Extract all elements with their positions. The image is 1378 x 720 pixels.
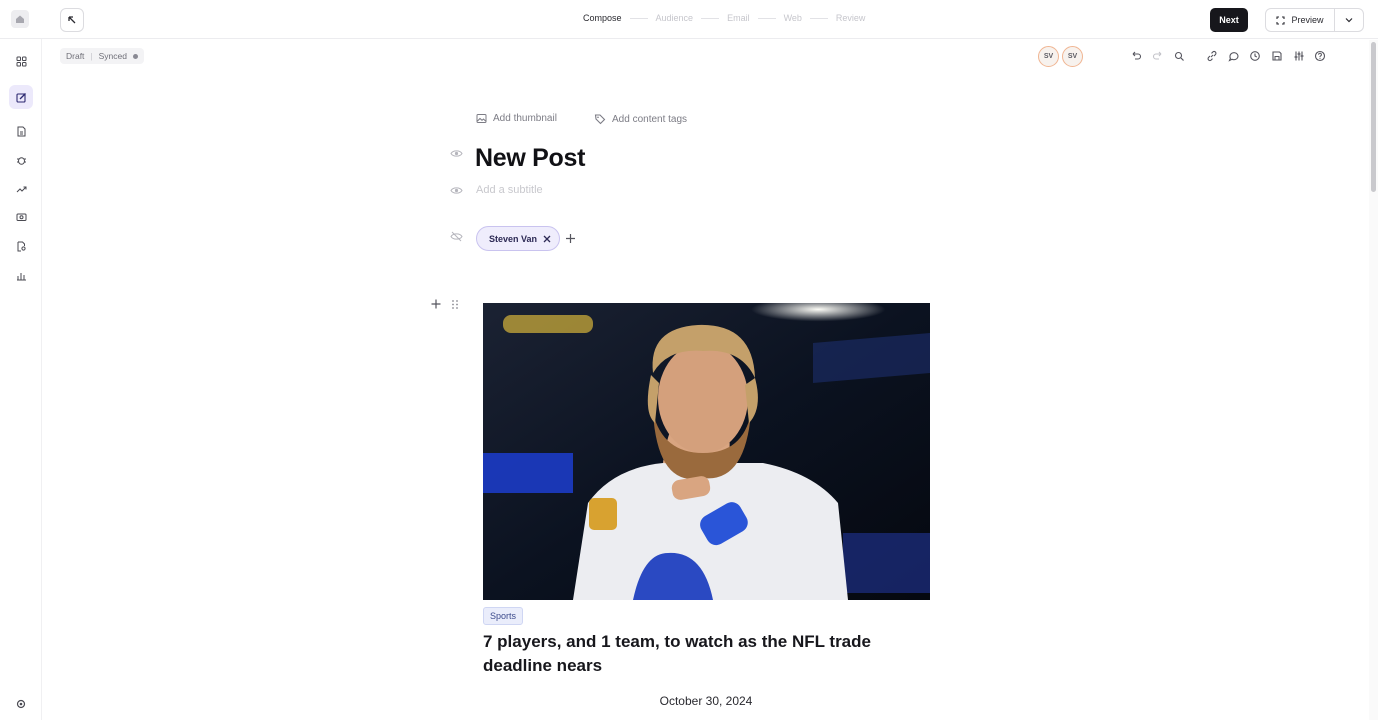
help-button[interactable] (1313, 49, 1327, 63)
trending-icon (16, 186, 26, 192)
add-thumbnail-button[interactable]: Add thumbnail (476, 113, 557, 124)
history-icon (1250, 51, 1260, 61)
redo-icon (1152, 51, 1162, 60)
preview-group: Preview (1265, 8, 1364, 32)
save-icon (1272, 51, 1282, 61)
step-separator (629, 17, 648, 19)
preview-label: Preview (1291, 15, 1324, 25)
undo-icon (1132, 51, 1142, 60)
add-tags-label: Add content tags (612, 113, 688, 125)
article-hero-image[interactable] (483, 303, 930, 600)
subtitle-input[interactable]: Add a subtitle (476, 184, 543, 196)
step-compose[interactable]: Compose (583, 13, 622, 23)
eye-icon[interactable] (450, 147, 463, 160)
hero-photo (483, 303, 930, 600)
drag-handle-icon[interactable] (451, 299, 459, 310)
save-button[interactable] (1270, 49, 1284, 63)
sync-indicator (133, 53, 138, 59)
home-button[interactable] (11, 10, 29, 28)
step-separator (701, 17, 720, 19)
comment-button[interactable] (1227, 49, 1241, 63)
tag-icon (594, 114, 606, 125)
step-review[interactable]: Review (836, 13, 866, 23)
sidebar-item-files[interactable] (9, 234, 33, 258)
comment-icon (1228, 52, 1239, 62)
add-tags-button[interactable]: Add content tags (594, 113, 687, 125)
sidebar-item-posts[interactable] (9, 119, 33, 143)
left-sidebar (0, 39, 42, 720)
history-button[interactable] (1248, 49, 1262, 63)
file-search-icon (17, 241, 26, 251)
sidebar-item-compose[interactable] (9, 85, 33, 109)
step-email[interactable]: Email (727, 13, 750, 23)
search-icon (1174, 51, 1184, 61)
author-name: Steven Van (489, 233, 538, 244)
draft-status: Draft (66, 51, 85, 61)
settings-sliders-icon (1294, 51, 1304, 61)
next-button[interactable]: Next (1210, 8, 1248, 32)
step-web[interactable]: Web (784, 13, 802, 23)
sidebar-item-growth[interactable] (9, 177, 33, 201)
help-icon (1314, 50, 1326, 62)
search-button[interactable] (1172, 49, 1186, 63)
image-icon (476, 114, 487, 123)
post-title[interactable]: New Post (475, 144, 585, 173)
category-tag[interactable]: Sports (483, 607, 524, 625)
eye-off-icon[interactable] (450, 230, 463, 243)
author-chip[interactable]: Steven Van (476, 226, 561, 251)
article-date: October 30, 2024 (659, 694, 753, 708)
preview-button[interactable]: Preview (1266, 9, 1335, 31)
sidebar-item-dashboard[interactable] (9, 49, 33, 73)
workflow-steps: Compose Audience Email Web Review (583, 13, 865, 23)
add-block-icon[interactable] (430, 298, 442, 310)
avatar[interactable]: SV (1038, 46, 1059, 67)
add-author-icon[interactable] (564, 232, 577, 245)
grid-icon (16, 56, 26, 66)
step-separator (809, 17, 828, 19)
document-icon (17, 126, 25, 136)
edit-icon (15, 92, 26, 103)
step-separator (757, 17, 776, 19)
expand-icon (1276, 15, 1286, 25)
step-audience[interactable]: Audience (656, 13, 694, 23)
scrollbar-thumb[interactable] (1371, 42, 1376, 192)
link-icon (1207, 50, 1217, 62)
close-icon[interactable] (543, 235, 551, 243)
eye-icon[interactable] (450, 184, 463, 197)
article-headline[interactable]: 7 players, and 1 team, to watch as the N… (483, 630, 903, 678)
status-divider: | (90, 51, 93, 61)
adjustments-button[interactable] (1292, 49, 1306, 63)
sync-status: Synced (98, 51, 127, 61)
top-bar: Compose Audience Email Web Review Next P… (0, 0, 1378, 39)
home-icon (16, 15, 24, 23)
bug-icon (16, 156, 26, 165)
preview-menu-button[interactable] (1335, 9, 1363, 31)
chevron-down-icon (1345, 18, 1353, 23)
bar-chart-icon (16, 272, 26, 280)
sidebar-item-bugs[interactable] (9, 148, 33, 172)
arrow-up-left-icon (68, 16, 76, 24)
sidebar-item-monetization[interactable] (9, 205, 33, 229)
sidebar-item-analytics[interactable] (9, 263, 33, 287)
status-badge: Draft | Synced (60, 48, 144, 64)
back-button[interactable] (60, 8, 84, 32)
undo-button[interactable] (1129, 49, 1143, 63)
redo-button[interactable] (1151, 49, 1165, 63)
dollar-card-icon (16, 213, 26, 221)
avatar[interactable]: SV (1062, 46, 1083, 67)
link-button[interactable] (1205, 49, 1219, 63)
add-thumbnail-label: Add thumbnail (493, 113, 557, 124)
